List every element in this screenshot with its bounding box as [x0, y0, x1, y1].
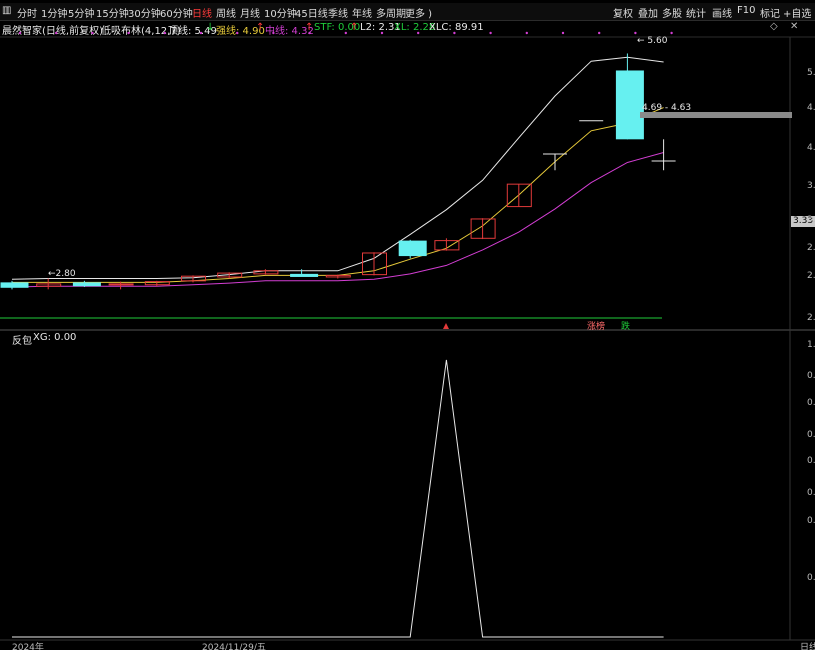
- sub-tick-label: 1.: [807, 340, 815, 350]
- signal-dot: [344, 31, 347, 35]
- sub-tick-label: 0.: [807, 456, 815, 466]
- sub-tick-label: 0.: [807, 398, 815, 408]
- range-label: 4.69 - 4.63: [642, 103, 691, 113]
- signal-dot: [127, 31, 130, 35]
- price-tick-label: 5.: [807, 68, 815, 78]
- mid-line: [11, 152, 664, 288]
- signal-dot: [453, 31, 456, 35]
- price-tick-label: 4.: [807, 143, 815, 153]
- signal-dot: [163, 31, 166, 35]
- signal-dot: [308, 31, 311, 35]
- sub-tick-label: 0.: [807, 516, 815, 526]
- candle-body: [290, 273, 319, 277]
- signal-dot: [380, 31, 384, 35]
- price-tick-label: 2.: [807, 243, 815, 253]
- xg-line: [12, 359, 664, 638]
- signal-dot: [634, 31, 637, 35]
- sub-tick-label: 0.: [807, 488, 815, 498]
- candle-body: [108, 283, 134, 286]
- candle-body: [0, 282, 29, 288]
- period-label: 日线: [800, 641, 815, 650]
- signal-die: 跌: [621, 321, 630, 332]
- kline-chart[interactable]: ← 5.60 ←2.80 4.69 - 4.63 涨榜 跌 5. 4. 4. 3. 3. 2. 2. 2…: [0, 0, 815, 650]
- sub-tick-label: 0.: [807, 371, 815, 381]
- price-tick-label: 2.: [807, 313, 815, 323]
- signal-zhangting: 涨榜: [587, 320, 605, 332]
- date-label: 2024/11/29/五: [202, 643, 266, 650]
- signal-dot: [670, 31, 673, 35]
- price-tick-label: 2.: [807, 271, 815, 281]
- signal-dot: [598, 31, 601, 35]
- price-tick-label: 4.: [807, 103, 815, 113]
- price-tick-label: 3.: [807, 215, 815, 225]
- signal-dot: [91, 31, 94, 35]
- candle-body: [72, 282, 101, 287]
- signal-dot: [18, 31, 22, 35]
- signal-dot: [525, 31, 528, 35]
- year-label: 2024年: [12, 641, 44, 650]
- candle-body: [615, 70, 644, 140]
- signal-triangle: [443, 323, 449, 329]
- top-line: [11, 56, 664, 280]
- high-price-label: ← 5.60: [637, 36, 668, 46]
- low-price-label: ←2.80: [48, 269, 76, 279]
- signal-dot: [199, 31, 203, 35]
- sub-tick-label: 0.: [807, 430, 815, 440]
- signal-dot: [561, 31, 565, 35]
- price-tick-label: 3.: [807, 181, 815, 191]
- signal-dot: [272, 31, 275, 35]
- signal-dot: [236, 31, 239, 35]
- signal-dot: [417, 31, 420, 35]
- sub-tick-label: 0.: [807, 573, 815, 583]
- strong-line: [12, 107, 664, 283]
- signal-dot: [489, 31, 492, 35]
- candle-body: [398, 240, 427, 257]
- signal-dot: [55, 31, 58, 35]
